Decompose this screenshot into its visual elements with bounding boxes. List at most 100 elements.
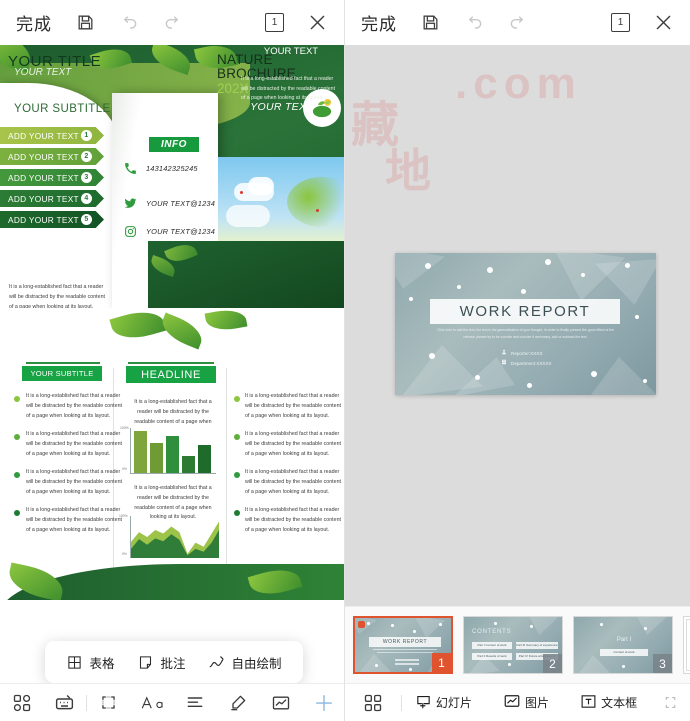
column-separator — [226, 368, 227, 583]
col3-bullet-2[interactable]: It is a long-established fact that a rea… — [245, 430, 344, 459]
building-icon — [501, 359, 507, 369]
toolbar-item-freehand[interactable]: 自由绘制 — [208, 653, 282, 672]
bar-chart[interactable] — [130, 428, 216, 474]
font-icon[interactable] — [130, 693, 173, 713]
slide-reporter-row: Reporter:XXXX — [501, 349, 552, 359]
slide-meta[interactable]: Reporter:XXXX Department:XXXXX — [501, 349, 552, 368]
contact-row-phone[interactable]: 143142325245 — [122, 160, 198, 176]
slide-count-badge[interactable]: 1 — [611, 13, 630, 32]
page-frame-icon[interactable] — [87, 693, 130, 712]
document-editor-pane: 完成 1 YOUR TITLE YOUR SUBTITLE ADD YOUR T… — [0, 0, 345, 721]
node-dot — [429, 353, 435, 359]
node-dot — [527, 383, 532, 388]
chevron-label: ADD YOUR TEXT — [8, 130, 79, 141]
bar-chart-ytick-min: 0% — [122, 467, 127, 471]
strip-left-text[interactable]: YOUR TEXT — [14, 67, 71, 79]
apps-grid-icon[interactable] — [345, 693, 401, 713]
bar-chart-ytick-max: 100% — [120, 426, 129, 430]
page2-header-left[interactable]: YOUR CONTENT — [16, 316, 126, 328]
apps-grid-icon[interactable] — [0, 693, 43, 713]
contact-row-instagram[interactable]: YOUR TEXT@1234 — [122, 223, 215, 239]
brochure-page-1[interactable]: YOUR TITLE YOUR SUBTITLE ADD YOUR TEXT 1… — [0, 45, 344, 308]
slide-thumbnail-1[interactable]: WORK REPORT 1 — [353, 616, 453, 674]
strip-body[interactable]: It is a long-established fact that a rea… — [241, 75, 339, 104]
chevron-item-2[interactable]: ADD YOUR TEXT 2 — [0, 148, 104, 165]
polygon-decor — [395, 253, 445, 289]
page-frame-icon[interactable] — [650, 694, 690, 711]
col3-bullet-3[interactable]: It is a long-established fact that a rea… — [245, 468, 344, 497]
col1-bullet-3[interactable]: It is a long-established fact that a rea… — [26, 468, 126, 497]
area-chart[interactable] — [130, 516, 219, 558]
chevron-label: ADD YOUR TEXT — [8, 193, 79, 204]
current-slide[interactable]: WORK REPORT Click here to add the text, … — [395, 253, 656, 395]
polygon-decor — [576, 655, 610, 673]
chart-icon[interactable] — [259, 693, 302, 713]
phone-icon — [122, 160, 138, 176]
page1-body-text[interactable]: It is a long-established fact that a rea… — [9, 283, 109, 308]
slide-thumbnail-3[interactable]: Part I Content of work 3 — [573, 616, 673, 674]
strip-title[interactable]: YOUR TEXT — [245, 46, 337, 58]
col1-bullet-2[interactable]: It is a long-established fact that a rea… — [26, 430, 126, 459]
slide-subtitle[interactable]: Click here to add the text, the text is … — [433, 327, 618, 341]
slide-thumbnail-strip[interactable]: WORK REPORT 1 CONTENTS Part I Content of… — [345, 606, 690, 683]
textbox-icon — [580, 693, 597, 713]
slide-thumbnail-4[interactable]: 4 — [683, 616, 690, 674]
slide-canvas[interactable]: 藏 地 .com WORK REPORT Click here to add t… — [345, 45, 690, 606]
page-count-badge[interactable]: 1 — [265, 13, 284, 32]
chevron-item-4[interactable]: ADD YOUR TEXT 4 — [0, 190, 104, 207]
slide-thumbnail-2[interactable]: CONTENTS Part I Content of work Part III… — [463, 616, 563, 674]
paragraph-icon[interactable] — [173, 693, 216, 713]
plus-icon[interactable] — [302, 692, 344, 714]
insert-textbox-button[interactable]: 文本框 — [567, 693, 650, 713]
person-icon — [501, 349, 507, 359]
close-icon[interactable] — [652, 12, 674, 34]
node-dot — [494, 622, 497, 625]
insert-picture-button[interactable]: 图片 — [485, 692, 568, 713]
node-dot — [409, 668, 412, 671]
close-icon[interactable] — [306, 12, 328, 34]
done-button[interactable]: 完成 — [361, 10, 397, 35]
chevron-number: 5 — [81, 214, 92, 225]
chevron-item-1[interactable]: ADD YOUR TEXT 1 — [0, 127, 104, 144]
page2-header-right[interactable]: YOUR TEXT — [238, 315, 334, 328]
chevron-item-3[interactable]: ADD YOUR TEXT 3 — [0, 169, 104, 186]
toolbar-item-comment[interactable]: 批注 — [137, 653, 186, 672]
col3-bullet-4[interactable]: It is a long-established fact that a rea… — [245, 506, 344, 535]
node-dot — [457, 285, 461, 289]
undo-icon[interactable] — [118, 12, 140, 34]
redo-icon[interactable] — [507, 12, 529, 34]
toolbar-item-table[interactable]: 表格 — [66, 653, 115, 672]
col2-headline[interactable]: HEADLINE — [126, 366, 216, 383]
keyboard-icon[interactable] — [43, 692, 86, 713]
col3-bullet-1[interactable]: It is a long-established fact that a rea… — [245, 392, 344, 421]
chart-intro-text[interactable]: It is a long-established fact that a rea… — [128, 398, 218, 427]
col1-bullet-4[interactable]: It is a long-established fact that a rea… — [26, 506, 126, 535]
save-icon[interactable] — [74, 12, 96, 34]
floating-toolbar[interactable]: 表格 批注 自由绘制 — [45, 641, 303, 683]
col1-subtitle[interactable]: YOUR SUBTITLE — [22, 366, 102, 381]
add-slide-label: 幻灯片 — [435, 696, 472, 710]
redo-icon[interactable] — [162, 12, 184, 34]
page1-subtitle[interactable]: YOUR SUBTITLE — [14, 103, 111, 115]
undo-icon[interactable] — [463, 12, 485, 34]
bullet-dot — [234, 434, 240, 440]
document-canvas[interactable]: YOUR TITLE YOUR SUBTITLE ADD YOUR TEXT 1… — [0, 45, 344, 721]
done-button[interactable]: 完成 — [16, 10, 52, 35]
node-dot — [409, 297, 413, 301]
thumbnail-number: 2 — [543, 654, 562, 673]
save-icon[interactable] — [419, 12, 441, 34]
contact-twitter-value: YOUR TEXT@1234 — [146, 198, 216, 208]
brochure-page-2[interactable]: YOUR CONTENT YOUR TEXT YOUR SUBTITLE It … — [0, 310, 344, 600]
chevron-label: ADD YOUR TEXT — [8, 151, 79, 162]
col1-bullet-1[interactable]: It is a long-established fact that a rea… — [26, 392, 126, 421]
slide-title-box[interactable]: WORK REPORT — [430, 299, 620, 324]
contact-row-twitter[interactable]: YOUR TEXT@1234 — [122, 195, 215, 211]
node-dot — [367, 622, 370, 625]
node-dot — [600, 623, 603, 626]
chevron-item-5[interactable]: ADD YOUR TEXT 5 — [0, 211, 104, 228]
add-slide-button[interactable]: 幻灯片 — [402, 693, 485, 713]
chevron-number: 2 — [81, 151, 92, 162]
info-badge[interactable]: INFO — [149, 137, 199, 152]
highlighter-icon[interactable] — [216, 693, 259, 713]
node-dot — [487, 267, 493, 273]
